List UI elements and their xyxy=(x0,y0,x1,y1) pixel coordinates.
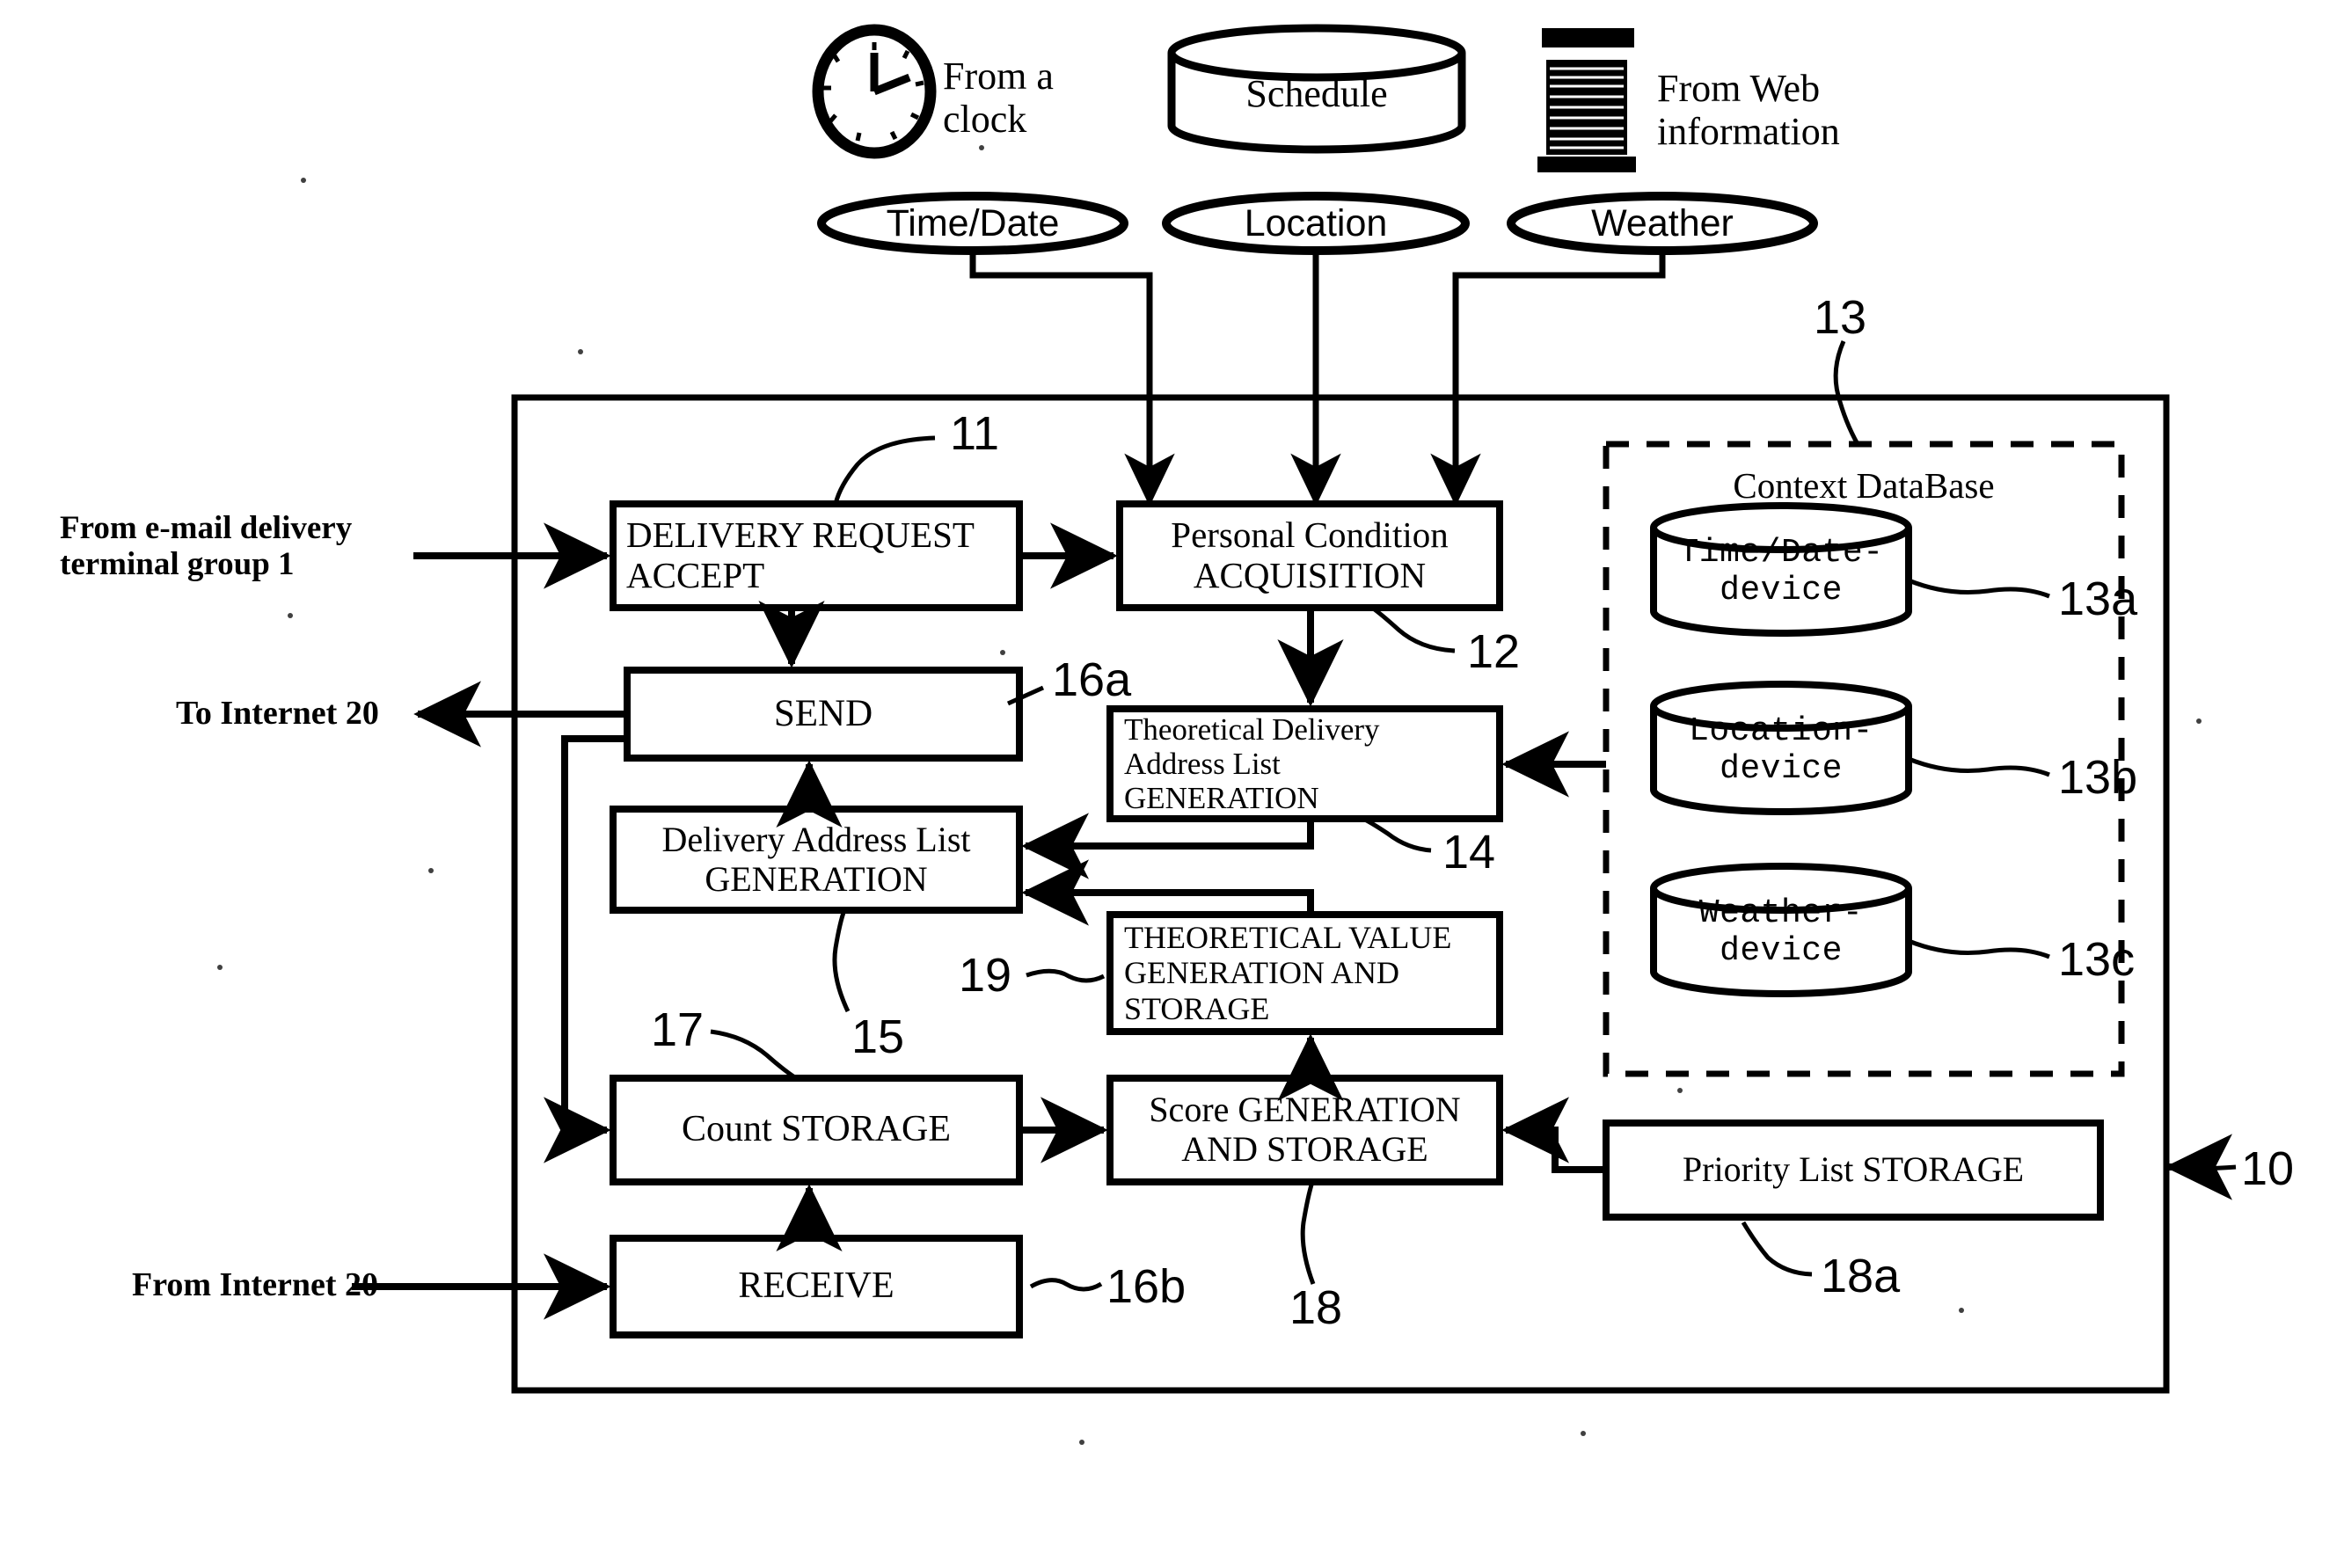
leader-16b xyxy=(1029,1278,1103,1292)
clock-icon xyxy=(812,24,937,159)
ref-number-13a: 13a xyxy=(2058,573,2138,625)
diagram-vector-layer xyxy=(217,24,2237,1445)
arrow-theolist-to-dallist xyxy=(1021,813,1314,879)
leader-14 xyxy=(1362,816,1432,853)
box-delivery-request-accept xyxy=(610,500,1023,611)
source-label-clock: From a clock xyxy=(943,55,1054,142)
ref-number-19: 19 xyxy=(959,949,1012,1002)
patent-figure-canvas: From a clock Schedule From Web informati… xyxy=(0,0,2344,1568)
source-label-web: From Web information xyxy=(1657,67,1840,154)
box-personal-condition xyxy=(1116,500,1503,611)
arrow-priority-to-score xyxy=(1501,1097,1606,1173)
ref-number-14: 14 xyxy=(1442,826,1496,879)
ref-number-13: 13 xyxy=(1814,291,1867,344)
leader-12 xyxy=(1370,605,1456,653)
leader-13c xyxy=(1908,938,2050,959)
ref-number-16a: 16a xyxy=(1052,653,1132,706)
leader-15 xyxy=(832,909,851,1013)
box-send xyxy=(624,667,1023,762)
box-priority-list-storage xyxy=(1603,1119,2104,1221)
cylinder-location-device xyxy=(1650,681,1912,815)
cylinder-weather-device xyxy=(1650,863,1912,997)
schedule-cylinder-icon xyxy=(1167,24,1466,154)
ref-number-17: 17 xyxy=(651,1003,705,1056)
box-receive xyxy=(610,1235,1023,1338)
label-from-email-terminal: From e-mail delivery terminal group 1 xyxy=(60,510,353,583)
label-from-internet: From Internet 20 xyxy=(132,1266,379,1303)
leader-13 xyxy=(1833,339,1860,446)
ref-number-18a: 18a xyxy=(1821,1250,1901,1302)
oval-location xyxy=(1162,192,1470,255)
leader-13b xyxy=(1908,756,2050,777)
arrow-send-to-count xyxy=(544,735,627,1163)
ref-number-15: 15 xyxy=(851,1010,905,1063)
oval-weather xyxy=(1507,192,1818,255)
ref-number-13c: 13c xyxy=(2058,933,2136,986)
box-score-generation xyxy=(1106,1075,1503,1185)
box-delivery-address-list xyxy=(610,806,1023,914)
box-theoretical-delivery-list xyxy=(1106,705,1503,822)
cylinder-time-date-device xyxy=(1650,502,1912,637)
leader-18a xyxy=(1741,1221,1813,1277)
leader-11 xyxy=(833,435,936,505)
oval-time-date xyxy=(817,192,1128,255)
ref-number-11: 11 xyxy=(950,407,1000,460)
box-count-storage xyxy=(610,1075,1023,1185)
ref-number-12: 12 xyxy=(1467,625,1521,678)
leader-13a xyxy=(1908,578,2050,599)
leader-18 xyxy=(1300,1181,1316,1285)
web-server-icon xyxy=(1537,28,1636,172)
ref-number-18: 18 xyxy=(1289,1281,1343,1334)
leader-19 xyxy=(1026,968,1106,983)
ref-number-10: 10 xyxy=(2241,1142,2295,1195)
label-to-internet: To Internet 20 xyxy=(176,695,379,732)
ref-number-13b: 13b xyxy=(2058,751,2138,804)
leader-17 xyxy=(710,1029,798,1081)
leader-10 xyxy=(2172,1164,2237,1171)
ref-number-16b: 16b xyxy=(1106,1260,1187,1313)
box-theoretical-value xyxy=(1106,911,1503,1035)
